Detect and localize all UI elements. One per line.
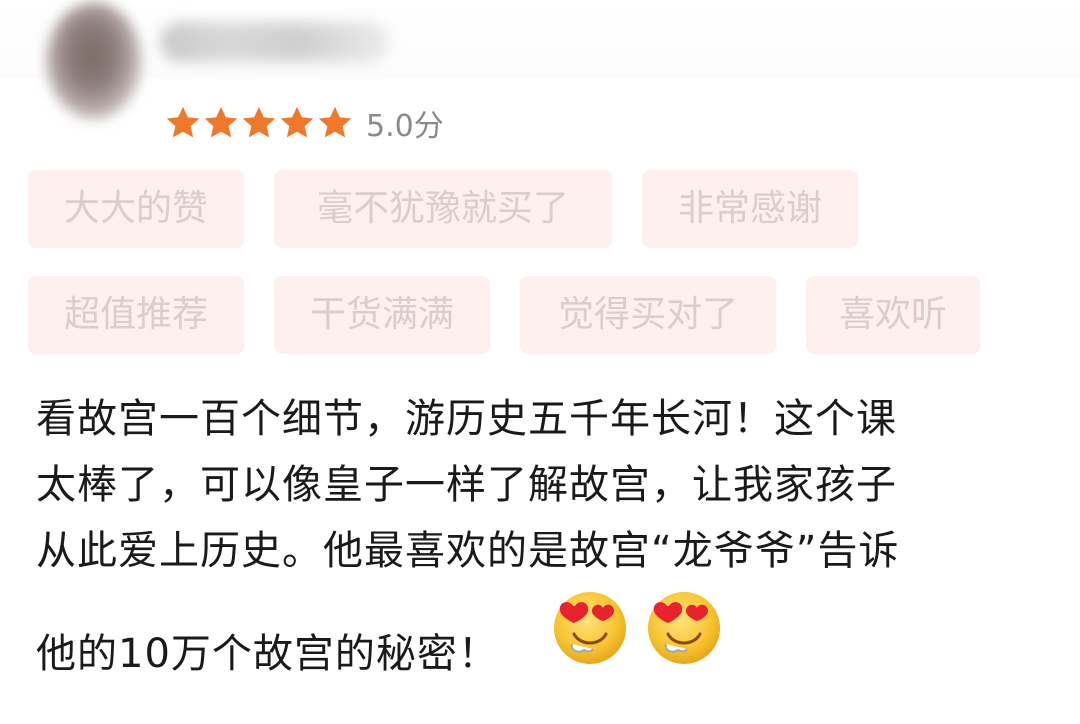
star-icon xyxy=(278,104,316,142)
username-blurred xyxy=(160,22,390,62)
review-line: 从此爱上历史。他最喜欢的是故宫“龙爷爷”告诉 xyxy=(36,528,900,574)
review-text: 看故宫一百个细节，游历史五千年长河！这个课 太棒了，可以像皇子一样了解故宫，让我… xyxy=(36,386,1026,694)
tag-chip[interactable]: 非常感谢 xyxy=(642,170,858,248)
heart-eyes-emoji-icon xyxy=(548,584,632,668)
review-line: 太棒了，可以像皇子一样了解故宫，让我家孩子 xyxy=(36,462,897,508)
star-icon xyxy=(202,104,240,142)
tag-chip[interactable]: 毫不犹豫就买了 xyxy=(274,170,612,248)
rating-score: 5.0分 xyxy=(366,109,444,144)
tag-chip[interactable]: 喜欢听 xyxy=(806,276,980,354)
rating-row: 5.0分 xyxy=(164,95,444,151)
star-icon xyxy=(164,104,202,142)
review-line-last: 他的10万个故宫的秘密！ xyxy=(36,584,1026,694)
heart-eyes-emoji-icon xyxy=(642,584,726,668)
tag-chip[interactable]: 大大的赞 xyxy=(28,170,244,248)
star-icon xyxy=(240,104,278,142)
tag-chip[interactable]: 超值推荐 xyxy=(28,276,244,354)
review-line-text: 他的10万个故宫的秘密！ xyxy=(36,631,499,677)
star-rating xyxy=(164,104,354,142)
review-line: 看故宫一百个细节，游历史五千年长河！这个课 xyxy=(36,396,897,442)
star-icon xyxy=(316,104,354,142)
tag-chip[interactable]: 觉得买对了 xyxy=(520,276,776,354)
user-avatar[interactable] xyxy=(46,2,142,120)
tag-chip[interactable]: 干货满满 xyxy=(274,276,490,354)
